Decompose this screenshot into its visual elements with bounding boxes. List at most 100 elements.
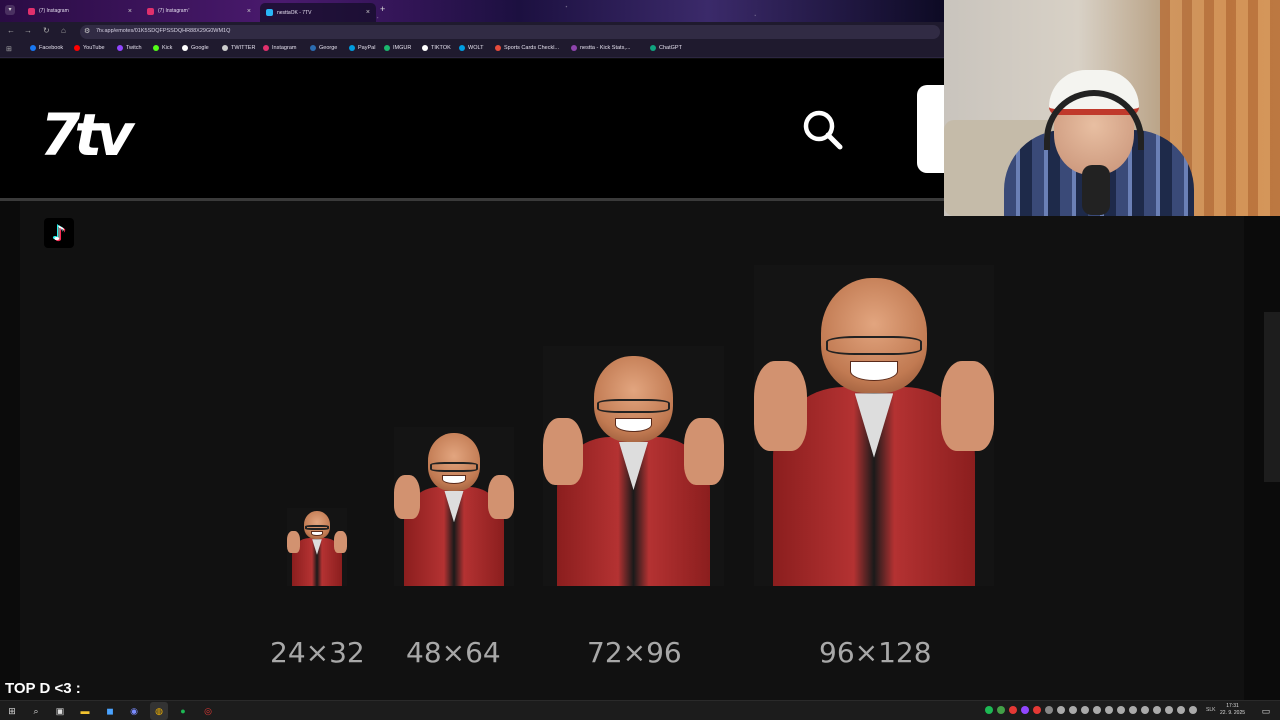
browser-tab-7tv[interactable]: nesttaOK - 7TV ×: [260, 3, 376, 22]
bookmark-label: nestta - Kick Stats,...: [580, 45, 631, 51]
language-indicator[interactable]: SLK: [1206, 707, 1215, 713]
bookmark-label: TWITTER: [231, 45, 256, 51]
bookmark-sports-cards[interactable]: Sports Cards Checkl...: [495, 45, 559, 51]
close-icon[interactable]: ×: [128, 8, 132, 15]
task-view-icon[interactable]: ▣: [54, 705, 66, 717]
stream-overlay-text: TOP D <3 :: [5, 680, 81, 697]
size-label-24x32: 24×32: [270, 636, 365, 669]
back-icon[interactable]: ←: [7, 26, 15, 35]
tray-app-icon[interactable]: [1177, 706, 1185, 714]
bookmark-label: PayPal: [358, 45, 376, 51]
nvidia-tray-icon[interactable]: [997, 706, 1005, 714]
sign-in-button[interactable]: [917, 85, 947, 173]
bookmark-label: ChatGPT: [659, 45, 682, 51]
new-tab-icon[interactable]: +: [380, 4, 385, 14]
apps-grid-icon[interactable]: ⊞: [6, 45, 12, 53]
bookmark-tiktok[interactable]: TIKTOK: [422, 45, 451, 51]
7tv-logo[interactable]: 7tv: [40, 101, 134, 169]
bookmark-wolt[interactable]: WOLT: [459, 45, 483, 51]
instagram-icon: [147, 7, 154, 15]
reload-icon[interactable]: ↻: [43, 26, 50, 35]
browser-tab-instagram-1[interactable]: (7) Instagram ×: [22, 3, 138, 19]
url-text: 7tv.app/emotes/01K5SDQFPSSDQHR88X29G0WM1…: [96, 28, 231, 34]
tray-app-icon[interactable]: [1045, 706, 1053, 714]
sports-cards-icon: [495, 45, 501, 51]
webcam-feed: [944, 0, 1280, 216]
bookmark-george[interactable]: George: [310, 45, 337, 51]
volume-icon[interactable]: [1165, 706, 1173, 714]
tray-app-icon[interactable]: [1057, 706, 1065, 714]
bookmark-imgur[interactable]: IMGUR: [384, 45, 411, 51]
tray-app-icon[interactable]: [1117, 706, 1125, 714]
bookmark-kick[interactable]: Kick: [153, 45, 172, 51]
emote-preview-72x96: [543, 346, 724, 586]
clock[interactable]: 17:31 22. 9. 2025: [1220, 703, 1245, 717]
youtube-icon: [74, 45, 80, 51]
tray-app-icon[interactable]: [1141, 706, 1149, 714]
bookmark-label: YouTube: [83, 45, 105, 51]
7tv-icon: [266, 9, 273, 16]
wolt-icon: [459, 45, 465, 51]
emote-preview-24x32: [287, 508, 347, 586]
bookmark-twitter[interactable]: TWITTER: [222, 45, 255, 51]
tray-app-icon[interactable]: [1009, 706, 1017, 714]
network-icon[interactable]: [1153, 706, 1161, 714]
start-icon[interactable]: ⊞: [6, 705, 18, 717]
emote-preview-48x64: [394, 427, 514, 586]
store-icon[interactable]: ◼: [104, 705, 116, 717]
bookmark-kick-stats[interactable]: nestta - Kick Stats,...: [571, 45, 630, 51]
instagram-icon: [28, 7, 35, 15]
spotify-tray-icon[interactable]: [985, 706, 993, 714]
bookmark-label: WOLT: [468, 45, 484, 51]
discord-icon[interactable]: ◉: [128, 705, 140, 717]
size-label-48x64: 48×64: [406, 636, 501, 669]
forward-icon[interactable]: →: [24, 26, 32, 35]
kick-icon: [153, 45, 159, 51]
emote-preview-96x128: [754, 265, 994, 586]
clock-date: 22. 9. 2025: [1220, 710, 1246, 716]
spotify-icon[interactable]: ●: [177, 705, 189, 717]
bookmark-youtube[interactable]: YouTube: [74, 45, 105, 51]
site-info-icon[interactable]: ⚙: [84, 27, 90, 35]
tray-app-icon[interactable]: [1105, 706, 1113, 714]
bookmark-chatgpt[interactable]: ChatGPT: [650, 45, 682, 51]
imgur-icon: [384, 45, 390, 51]
bookmark-label: IMGUR: [393, 45, 412, 51]
tray-app-icon[interactable]: [1069, 706, 1077, 714]
tab-title: (7) Instagram: [158, 8, 188, 14]
screen: ▾ (7) Instagram × (7) Instagram × nestta…: [0, 0, 1280, 720]
tray-app-icon[interactable]: [1189, 706, 1197, 714]
tray-app-icon[interactable]: [1129, 706, 1137, 714]
page-scrollbar[interactable]: [1264, 312, 1280, 482]
browser-tab-instagram-2[interactable]: (7) Instagram ×: [141, 3, 257, 19]
tab-search-icon[interactable]: ▾: [5, 5, 15, 15]
size-label-72x96: 72×96: [587, 636, 682, 669]
facebook-icon: [30, 45, 36, 51]
bookmark-google[interactable]: Google: [182, 45, 209, 51]
tray-app-icon[interactable]: [1081, 706, 1089, 714]
chatgpt-icon: [650, 45, 656, 51]
instagram-icon: [263, 45, 269, 51]
search-icon[interactable]: ⌕: [30, 705, 42, 717]
twitch-tray-icon[interactable]: [1021, 706, 1029, 714]
address-bar[interactable]: ⚙ 7tv.app/emotes/01K5SDQFPSSDQHR88X29G0W…: [80, 25, 940, 39]
browser-toolbar: ← → ↻ ⌂ ⚙ 7tv.app/emotes/01K5SDQFPSSDQHR…: [0, 22, 944, 41]
bookmark-paypal[interactable]: PayPal: [349, 45, 375, 51]
file-explorer-icon[interactable]: ▬: [79, 705, 91, 717]
bookmark-label: Instagram: [272, 45, 297, 51]
search-icon[interactable]: [800, 107, 844, 151]
tray-app-icon[interactable]: [1033, 706, 1041, 714]
bookmark-facebook[interactable]: Facebook: [30, 45, 63, 51]
home-icon[interactable]: ⌂: [61, 26, 66, 35]
kick-stats-icon: [571, 45, 577, 51]
close-icon[interactable]: ×: [247, 8, 251, 15]
chrome-icon[interactable]: ◍: [153, 705, 165, 717]
obs-icon[interactable]: ◎: [202, 705, 214, 717]
bookmark-twitch[interactable]: Twitch: [117, 45, 142, 51]
size-label-96x128: 96×128: [819, 636, 932, 669]
tray-app-icon[interactable]: [1093, 706, 1101, 714]
close-icon[interactable]: ×: [366, 9, 370, 16]
notifications-icon[interactable]: ▭: [1260, 705, 1272, 717]
bookmark-instagram[interactable]: Instagram: [263, 45, 296, 51]
tiktok-icon[interactable]: ♪: [44, 218, 74, 248]
